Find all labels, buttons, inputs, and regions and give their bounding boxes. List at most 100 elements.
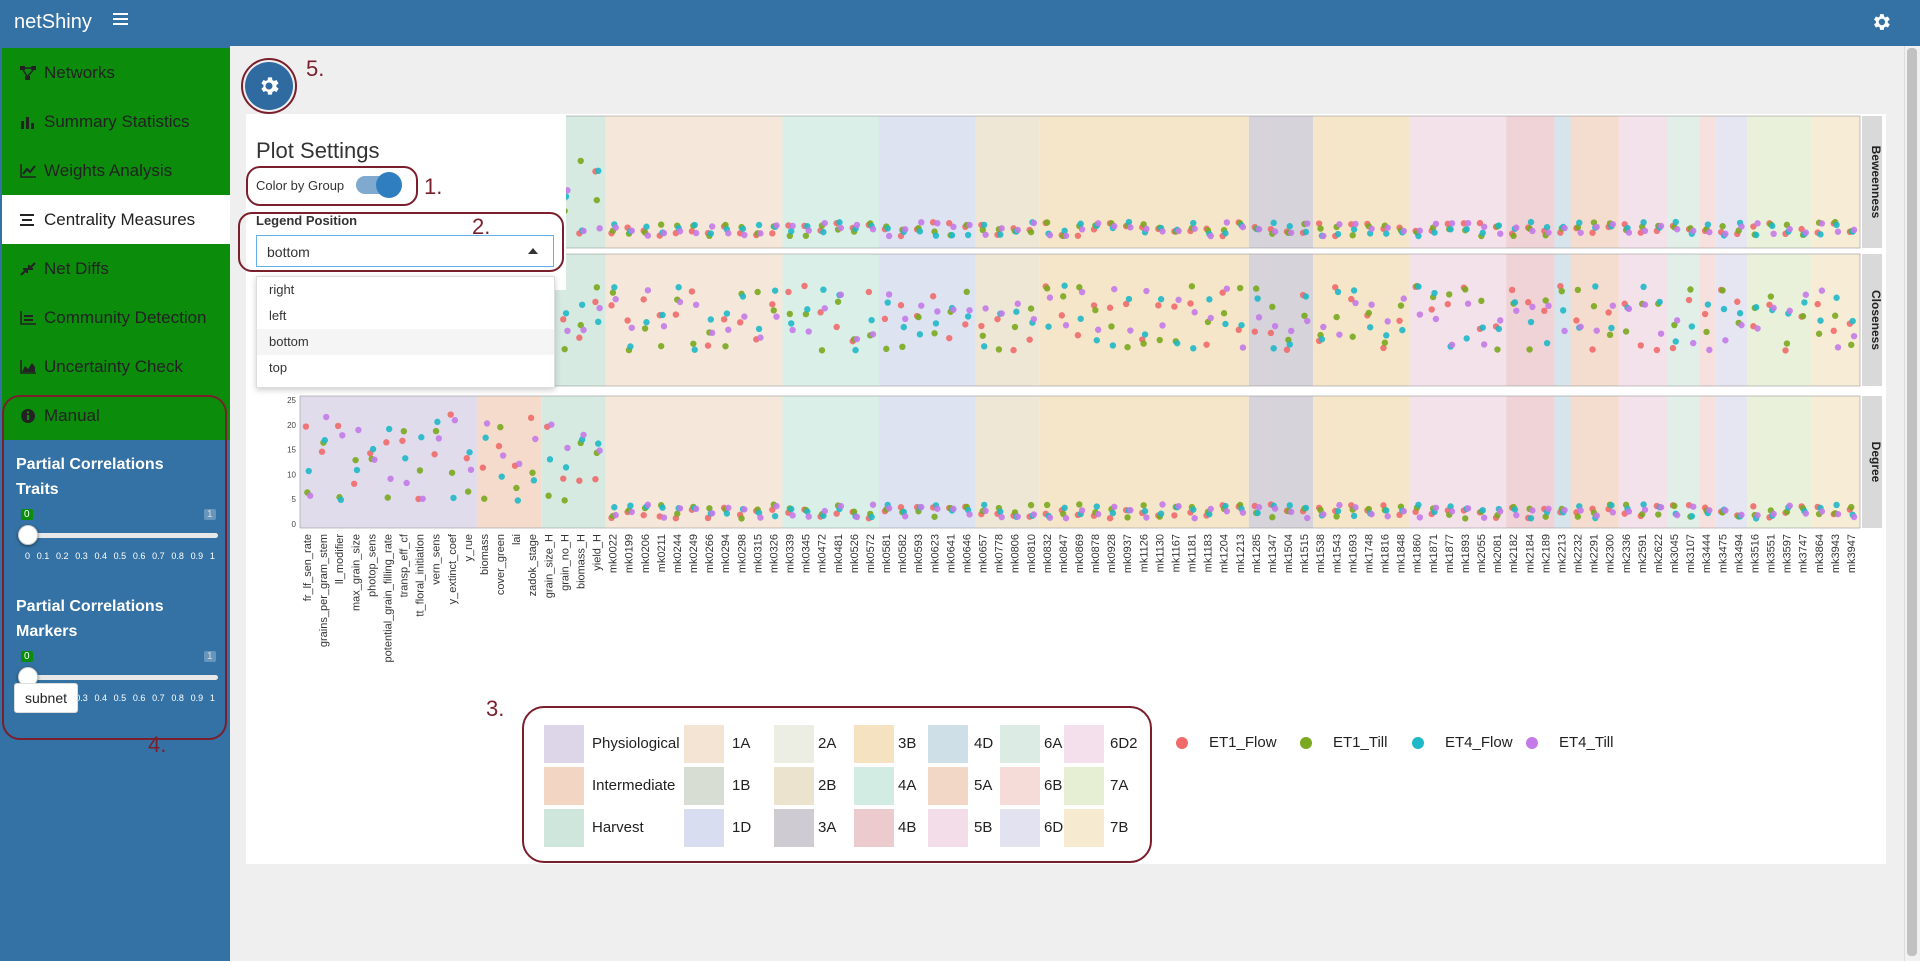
data-point <box>931 513 938 520</box>
subnet-button[interactable]: subnet <box>14 683 78 713</box>
x-tick-label: mk0581 <box>881 534 893 573</box>
data-point <box>981 343 988 350</box>
sidebar-item-uncertainty-check[interactable]: Uncertainty Check <box>2 342 230 391</box>
legend-swatch <box>684 725 724 763</box>
top-navbar: netShiny <box>0 0 1920 46</box>
legend-group-label: 6A <box>1044 735 1063 752</box>
data-point <box>1848 341 1855 349</box>
sidebar-item-weights-analysis[interactable]: Weights Analysis <box>2 146 230 195</box>
data-point <box>1706 228 1713 236</box>
data-point <box>982 231 989 238</box>
data-point <box>1577 229 1584 236</box>
tick-label: 0.7 <box>152 693 165 703</box>
tick-label: 0.6 <box>132 551 146 561</box>
data-point <box>1657 330 1665 337</box>
traits-slider-max: 1 <box>204 509 216 520</box>
data-point <box>1043 219 1051 226</box>
legend-swatch <box>854 767 894 805</box>
sidebar-item-summary-statistics[interactable]: Summary Statistics <box>2 97 230 146</box>
sidebar-item-centrality-measures[interactable]: Centrality Measures <box>2 195 230 244</box>
data-point <box>1111 503 1118 511</box>
facet-band <box>1618 254 1668 386</box>
data-point <box>323 413 330 421</box>
facet-band <box>1554 254 1571 386</box>
legend-series-dot <box>1176 737 1188 749</box>
data-point <box>1576 219 1583 226</box>
data-point <box>1062 514 1070 522</box>
data-point <box>1415 283 1422 290</box>
data-point <box>499 452 507 459</box>
data-point <box>1657 504 1665 511</box>
data-point <box>1833 501 1840 509</box>
data-point <box>529 469 536 476</box>
x-tick-label: mk3943 <box>1830 534 1842 573</box>
data-point <box>1397 302 1405 309</box>
data-point <box>1109 509 1117 517</box>
data-point <box>1703 328 1710 336</box>
data-point <box>1078 226 1086 233</box>
data-point <box>1352 220 1359 228</box>
data-point <box>643 223 650 230</box>
page-scrollbar-thumb[interactable] <box>1907 48 1917 956</box>
sidebar-item-net-diffs[interactable]: Net Diffs <box>2 244 230 293</box>
data-point <box>868 316 875 324</box>
tick-label: 0.8 <box>171 551 184 561</box>
legend-swatch <box>684 767 724 805</box>
traits-slider-track[interactable] <box>18 533 218 538</box>
x-tick-label: y_rue <box>463 534 475 562</box>
data-point <box>739 225 747 232</box>
data-point <box>1706 346 1713 354</box>
data-point <box>1754 220 1761 227</box>
data-point <box>611 284 618 291</box>
x-tick-label: mk0315 <box>752 534 764 573</box>
data-point <box>1606 331 1614 339</box>
traits-slider-handle[interactable] <box>18 525 38 545</box>
hamburger-menu-icon[interactable] <box>113 13 128 26</box>
x-tick-label: mk1893 <box>1460 534 1472 573</box>
legend-swatch <box>544 809 584 847</box>
data-point <box>773 313 780 320</box>
x-tick-label: mk2336 <box>1621 534 1633 573</box>
sidebar-item-networks[interactable]: Networks <box>2 48 230 97</box>
data-point <box>725 326 732 333</box>
data-point <box>1222 320 1229 328</box>
data-point <box>1416 311 1424 318</box>
data-point <box>1830 327 1837 335</box>
x-tick-label: mk0249 <box>688 534 700 573</box>
data-point <box>1191 225 1198 232</box>
data-point <box>467 466 475 473</box>
option-right[interactable]: right <box>257 277 554 303</box>
data-point <box>383 439 390 446</box>
data-point <box>578 301 586 308</box>
x-tick-label: potential_grain_filling_rate <box>382 534 394 662</box>
network-icon <box>20 65 40 81</box>
data-point <box>755 325 763 333</box>
data-point <box>580 431 587 439</box>
data-point <box>321 437 329 444</box>
data-point <box>334 422 342 430</box>
legend-position-select[interactable]: bottom <box>256 235 554 267</box>
legend-swatch <box>1064 725 1104 763</box>
legend-swatch <box>684 809 724 847</box>
markers-slider-track[interactable] <box>18 675 218 680</box>
color-by-group-toggle-knob[interactable] <box>376 172 402 198</box>
data-point <box>1494 346 1501 353</box>
facet-band <box>1715 254 1748 386</box>
data-point <box>1046 294 1054 301</box>
caret-up-icon[interactable] <box>528 248 538 254</box>
data-point <box>1416 514 1424 521</box>
plot-settings-button[interactable] <box>241 58 297 114</box>
data-point <box>672 311 680 318</box>
x-tick-label: mk3494 <box>1733 534 1745 573</box>
option-top[interactable]: top <box>257 355 554 381</box>
data-point <box>1287 508 1295 516</box>
x-tick-label: mk1877 <box>1444 534 1456 573</box>
option-bottom[interactable]: bottom <box>257 329 554 355</box>
sidebar-item-community-detection[interactable]: Community Detection <box>2 293 230 342</box>
data-point <box>1093 503 1100 510</box>
option-left[interactable]: left <box>257 303 554 329</box>
x-tick-label: mk0266 <box>704 534 716 573</box>
data-point <box>1734 298 1741 305</box>
gear-icon[interactable] <box>1870 11 1892 33</box>
data-point <box>1239 223 1247 231</box>
